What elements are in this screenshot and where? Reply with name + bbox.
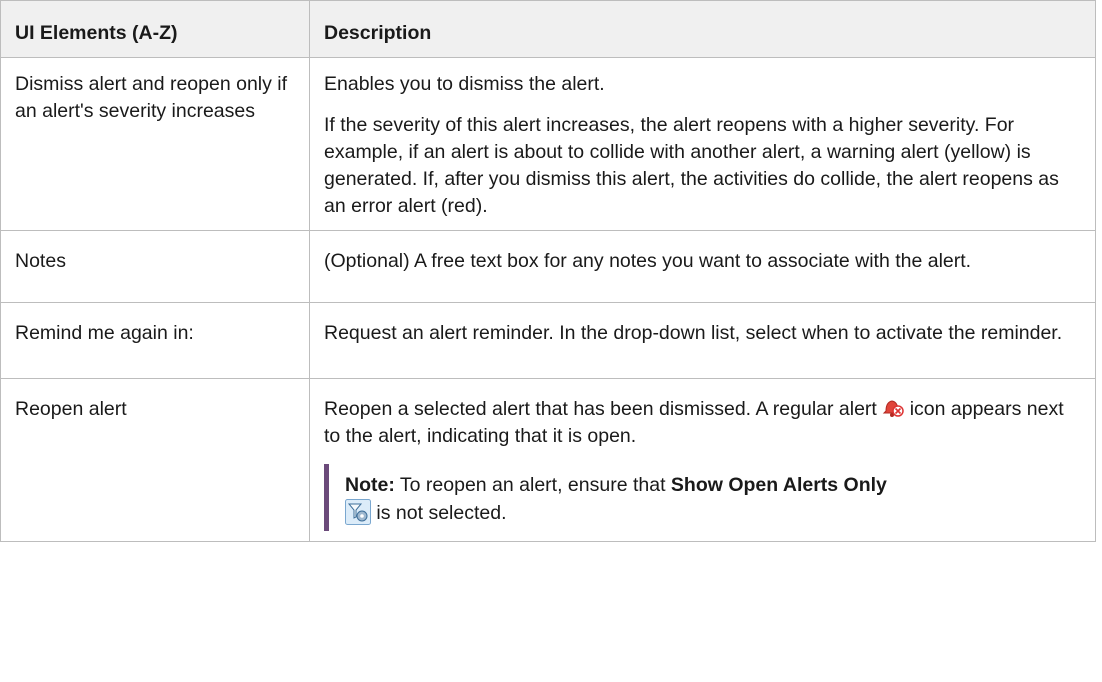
ui-elements-table: UI Elements (A-Z) Description Dismiss al…: [0, 0, 1096, 542]
column-header-ui-elements: UI Elements (A-Z): [0, 0, 310, 58]
table-header-row: UI Elements (A-Z) Description: [0, 0, 1096, 58]
table-row: Reopen alert Reopen a selected alert tha…: [0, 378, 1096, 542]
description-paragraph: Request an alert reminder. In the drop-d…: [324, 322, 1063, 344]
show-open-alerts-filter-icon: [345, 499, 371, 525]
description-cell: (Optional) A free text box for any notes…: [309, 230, 1096, 303]
element-name-cell: Dismiss alert and reopen only if an aler…: [0, 57, 310, 231]
alert-bell-icon: [882, 396, 905, 418]
element-name-cell: Remind me again in:: [0, 302, 310, 379]
note-label: Note:: [345, 474, 395, 496]
note-callout: Note: To reopen an alert, ensure that Sh…: [324, 464, 1081, 531]
description-paragraph: Reopen a selected alert that has been di…: [324, 396, 1081, 450]
description-text: Reopen a selected alert that has been di…: [324, 398, 877, 420]
element-name-cell: Reopen alert: [0, 378, 310, 542]
table-row: Remind me again in: Request an alert rem…: [0, 302, 1096, 379]
description-cell: Reopen a selected alert that has been di…: [309, 378, 1096, 542]
note-ui-label: Show Open Alerts Only: [670, 474, 887, 496]
table-row: Notes (Optional) A free text box for any…: [0, 230, 1096, 303]
description-cell: Request an alert reminder. In the drop-d…: [309, 302, 1096, 379]
description-paragraph: If the severity of this alert increases,…: [324, 114, 1059, 217]
description-paragraph: Enables you to dismiss the alert.: [324, 73, 605, 95]
element-name-cell: Notes: [0, 230, 310, 303]
note-text: To reopen an alert, ensure that: [399, 474, 666, 496]
column-header-description: Description: [309, 0, 1096, 58]
description-paragraph: (Optional) A free text box for any notes…: [324, 250, 972, 272]
description-cell: Enables you to dismiss the alert. If the…: [309, 57, 1096, 231]
note-text: is not selected.: [376, 502, 507, 524]
table-row: Dismiss alert and reopen only if an aler…: [0, 57, 1096, 231]
